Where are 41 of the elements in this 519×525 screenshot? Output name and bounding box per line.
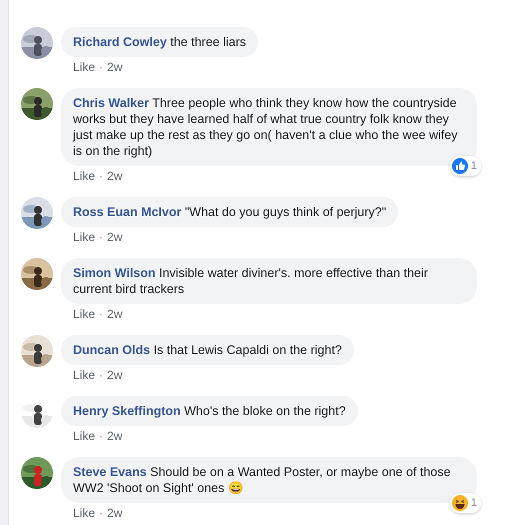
author-link[interactable]: Henry Skeffington (73, 404, 181, 418)
separator-dot: · (99, 368, 104, 382)
author-link[interactable]: Richard Cowley (73, 35, 167, 49)
reaction-badge[interactable]: 1 (450, 156, 481, 176)
comment-text: Chris Walker Three people who think they know how the countryside works but they have learned half of what true country folk know they just make up the rest as they go on( haven't a clue who the wee wifey is on the right) (73, 95, 459, 159)
comment-text: Duncan Olds Is that Lewis Capaldi on the right? (73, 342, 342, 358)
author-link[interactable]: Duncan Olds (73, 343, 150, 357)
separator-dot: · (99, 60, 104, 74)
comment-time: 2w (107, 506, 122, 520)
separator-dot: · (99, 169, 104, 183)
comment-text: Simon Wilson Invisible water diviner's. more effective than their current bird trackers (73, 265, 429, 297)
like-link[interactable]: Like (73, 429, 96, 443)
comment-time: 2w (107, 429, 122, 443)
like-link[interactable]: Like (73, 169, 96, 183)
thumbs-up-icon (452, 158, 468, 174)
comment-text: Steve Evans Should be on a Wanted Poster, or maybe one of those WW2 'Shoot on Sight' ones 😄 (73, 464, 452, 496)
comment-text: Henry Skeffington Who's the bloke on the right? (73, 403, 346, 419)
like-link[interactable]: Like (73, 60, 96, 74)
separator-dot: · (99, 429, 104, 443)
like-link[interactable]: Like (73, 230, 96, 244)
author-link[interactable]: Ross Euan McIvor (73, 205, 182, 219)
separator-dot: · (99, 506, 104, 520)
author-link[interactable]: Chris Walker (73, 96, 149, 110)
comment-time: 2w (107, 368, 122, 382)
like-link[interactable]: Like (73, 368, 96, 382)
comment-time: 2w (107, 307, 122, 321)
reaction-count: 1 (470, 160, 477, 172)
like-link[interactable]: Like (73, 506, 96, 520)
author-link[interactable]: Simon Wilson (73, 266, 156, 280)
reaction-badge[interactable]: 1 (450, 493, 481, 513)
comment-time: 2w (107, 169, 122, 183)
comment-text: Ross Euan McIvor "What do you guys think of perjury?" (73, 204, 386, 220)
reaction-count: 1 (470, 497, 477, 509)
comment-text: Richard Cowley the three liars (73, 34, 246, 50)
comment-time: 2w (107, 60, 122, 74)
author-link[interactable]: Steve Evans (73, 465, 147, 479)
like-link[interactable]: Like (73, 307, 96, 321)
separator-dot: · (99, 230, 104, 244)
separator-dot: · (99, 307, 104, 321)
comment-time: 2w (107, 230, 122, 244)
laughing-face-icon (452, 495, 468, 511)
